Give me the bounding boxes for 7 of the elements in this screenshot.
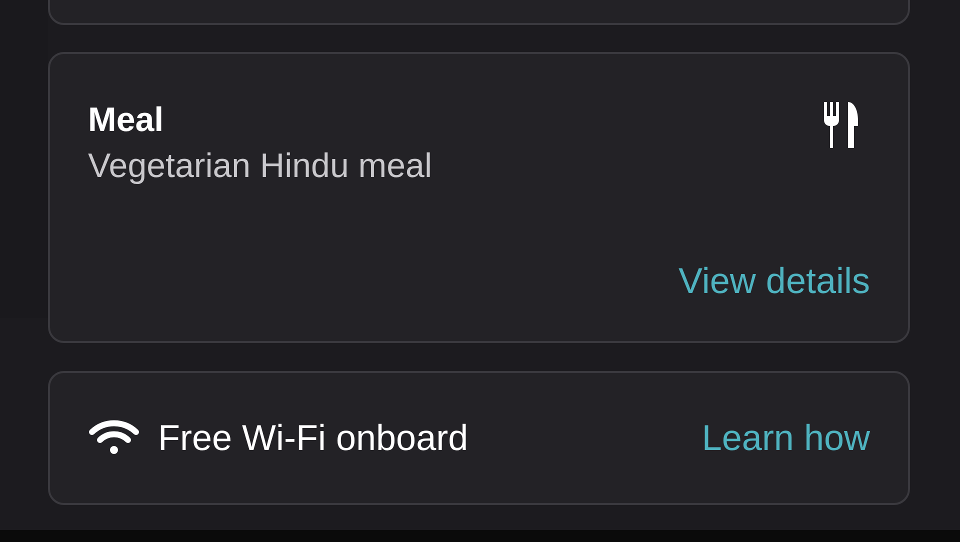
- wifi-icon: [88, 419, 140, 457]
- view-details-link[interactable]: View details: [678, 259, 870, 303]
- meal-description: Vegetarian Hindu meal: [88, 146, 432, 187]
- learn-how-link[interactable]: Learn how: [702, 416, 870, 460]
- card-title: Meal: [88, 100, 165, 141]
- fork-knife-icon: [822, 102, 860, 148]
- wifi-label: Free Wi-Fi onboard: [158, 416, 468, 460]
